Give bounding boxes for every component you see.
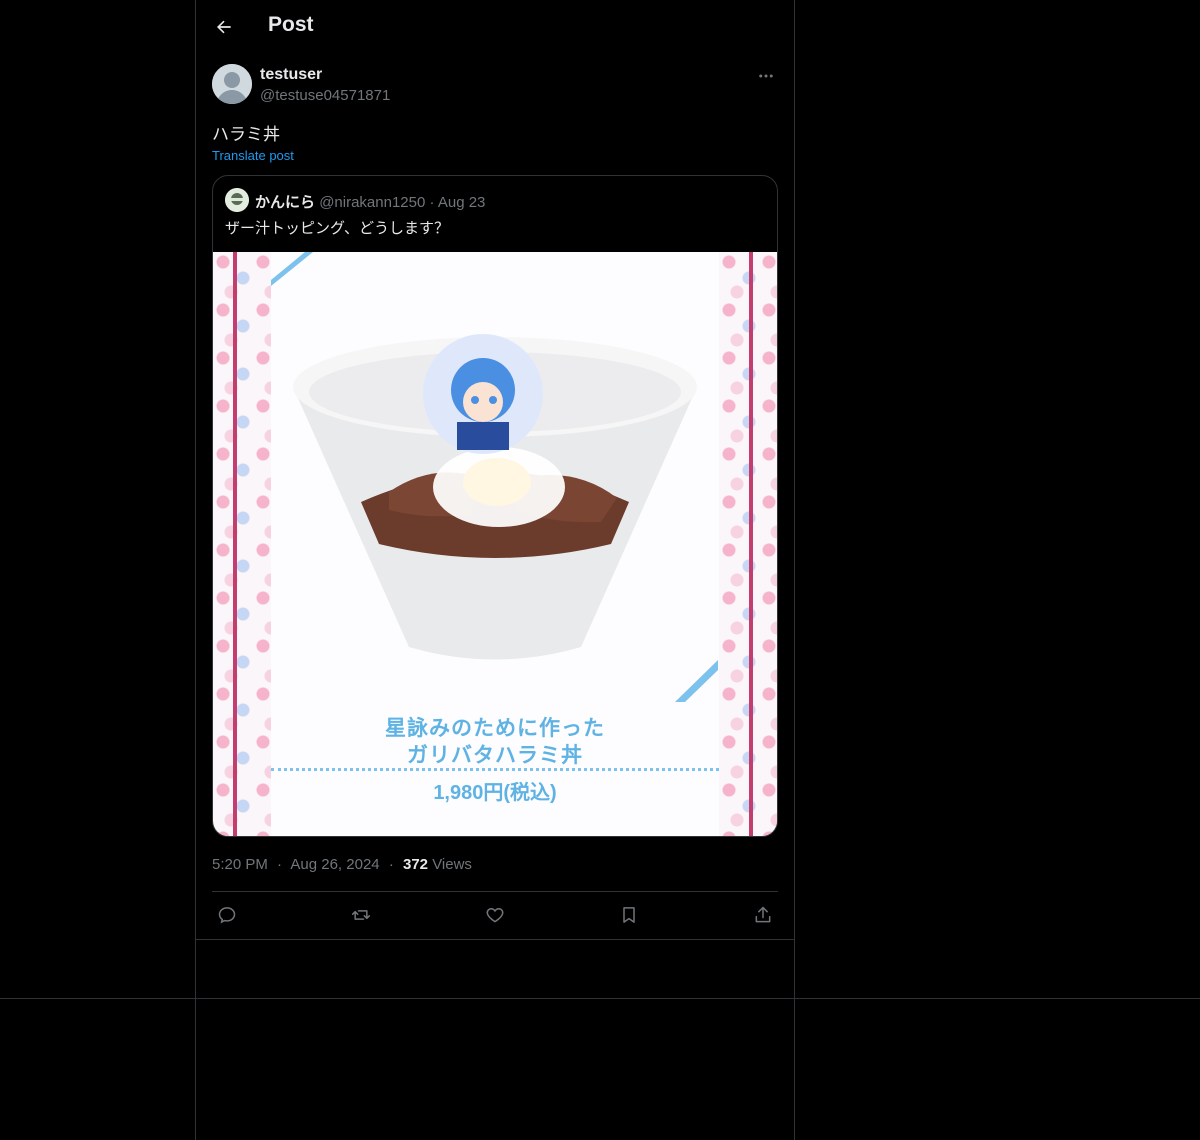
quote-image[interactable]: 星詠みのために作った ガリバタハラミ丼 1,980円(税込) (213, 252, 777, 836)
quote-meta: かんにら @nirakann1250 · Aug 23 (255, 191, 485, 212)
back-button[interactable] (208, 11, 240, 43)
bookmark-button[interactable] (616, 902, 642, 928)
like-button[interactable] (482, 902, 508, 928)
post-text: ハラミ丼 (212, 125, 280, 144)
post-time[interactable]: 5:20 PM (212, 856, 268, 873)
actions-divider (212, 891, 778, 892)
views-count: 372 (402, 856, 429, 873)
translate-post-link[interactable]: Translate post (212, 148, 294, 163)
dotted-divider (271, 768, 719, 771)
default-avatar-icon (212, 64, 252, 104)
more-button[interactable] (754, 64, 778, 88)
page-header: Post (196, 0, 794, 53)
reply-button[interactable] (214, 902, 240, 928)
image-caption-line1: 星詠みのために作った (385, 717, 605, 740)
post-bottom-border (196, 939, 794, 940)
reply-icon (218, 907, 236, 924)
action-bar (212, 902, 778, 928)
share-icon (755, 906, 771, 923)
author-handle[interactable]: @testuse04571871 (260, 87, 390, 104)
main-column: Post testuser @testuse04571871 ハラミ丼 Tran… (195, 0, 795, 1140)
quote-text: ザー汁トッピング、どうします？ (225, 220, 449, 237)
views-label: Views (432, 856, 472, 873)
quote-date[interactable]: Aug 23 (438, 194, 486, 211)
avatar[interactable] (212, 64, 252, 104)
separator-dot: · (277, 856, 283, 873)
bookmark-icon (623, 907, 635, 923)
share-button[interactable] (750, 902, 776, 928)
repost-icon (351, 910, 371, 920)
author-name[interactable]: testuser (260, 66, 322, 84)
separator-dot: · (429, 194, 435, 211)
post-meta: 5:20 PM · Aug 26, 2024 · 372 Views (212, 856, 472, 873)
quote-avatar-icon (225, 188, 249, 212)
heart-icon (486, 907, 504, 923)
quote-author-name[interactable]: かんにら (255, 194, 315, 211)
post-date[interactable]: Aug 26, 2024 (290, 856, 379, 873)
quote-avatar[interactable] (225, 188, 249, 212)
separator-dot: · (388, 856, 394, 873)
quote-author-handle[interactable]: @nirakann1250 (319, 194, 425, 211)
arrow-left-icon (217, 20, 231, 34)
image-caption-line2: ガリバタハラミ丼 (407, 744, 583, 767)
image-price: 1,980円(税込) (433, 782, 557, 804)
quoted-post[interactable]: かんにら @nirakann1250 · Aug 23 ザー汁トッピング、どうし… (212, 175, 778, 837)
repost-button[interactable] (348, 902, 374, 928)
more-icon (759, 74, 773, 78)
page-title: Post (268, 13, 314, 36)
